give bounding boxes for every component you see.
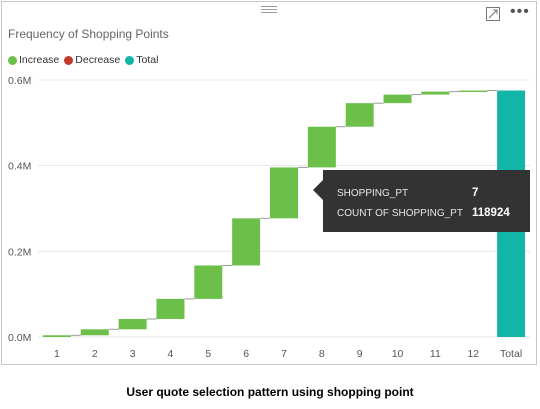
tooltip-key-shopping-pt: SHOPPING_PT bbox=[337, 187, 409, 199]
data-tooltip: SHOPPING_PT 7 COUNT OF SHOPPING_PT 11892… bbox=[313, 170, 530, 232]
waterfall-increase-bar[interactable] bbox=[118, 319, 147, 330]
y-tick-label: 0.0M bbox=[8, 332, 31, 344]
x-tick-label: 5 bbox=[205, 348, 211, 360]
tooltip-value-shopping-pt: 7 bbox=[472, 187, 479, 199]
x-tick-label: 8 bbox=[319, 348, 325, 360]
waterfall-increase-bar[interactable] bbox=[307, 126, 336, 168]
tooltip-row: SHOPPING_PT 7 bbox=[337, 183, 530, 203]
y-tick-label: 0.6M bbox=[8, 75, 31, 87]
x-tick-label: 12 bbox=[467, 348, 479, 360]
tooltip-row: COUNT OF SHOPPING_PT 118924 bbox=[337, 203, 530, 223]
x-tick-label: 4 bbox=[168, 348, 174, 360]
waterfall-increase-bar[interactable] bbox=[42, 335, 71, 337]
waterfall-increase-bar[interactable] bbox=[80, 329, 109, 336]
x-tick-label: 3 bbox=[130, 348, 136, 360]
waterfall-increase-bar[interactable] bbox=[345, 103, 374, 127]
x-tick-label: 7 bbox=[281, 348, 287, 360]
y-tick-label: 0.4M bbox=[8, 161, 31, 173]
waterfall-increase-bar[interactable] bbox=[232, 218, 261, 266]
x-tick-label: 10 bbox=[392, 348, 404, 360]
x-tick-label: 9 bbox=[357, 348, 363, 360]
waterfall-increase-bar[interactable] bbox=[383, 94, 412, 104]
waterfall-increase-bar[interactable] bbox=[459, 90, 488, 93]
tooltip-key-count: COUNT OF SHOPPING_PT bbox=[337, 207, 463, 219]
x-tick-label: 1 bbox=[54, 348, 60, 360]
y-tick-label: 0.2M bbox=[8, 246, 31, 258]
waterfall-increase-bar[interactable] bbox=[270, 167, 298, 219]
x-tick-label: Total bbox=[500, 348, 522, 360]
waterfall-increase-bar[interactable] bbox=[421, 91, 450, 95]
x-tick-label: 6 bbox=[243, 348, 249, 360]
figure-caption: User quote selection pattern using shopp… bbox=[126, 385, 414, 399]
x-tick-label: 2 bbox=[92, 348, 98, 360]
waterfall-increase-bar[interactable] bbox=[156, 298, 185, 320]
tooltip-arrow bbox=[313, 180, 323, 200]
tooltip-value-count: 118924 bbox=[472, 207, 510, 219]
x-tick-label: 11 bbox=[430, 348, 441, 360]
waterfall-increase-bar[interactable] bbox=[194, 265, 223, 299]
